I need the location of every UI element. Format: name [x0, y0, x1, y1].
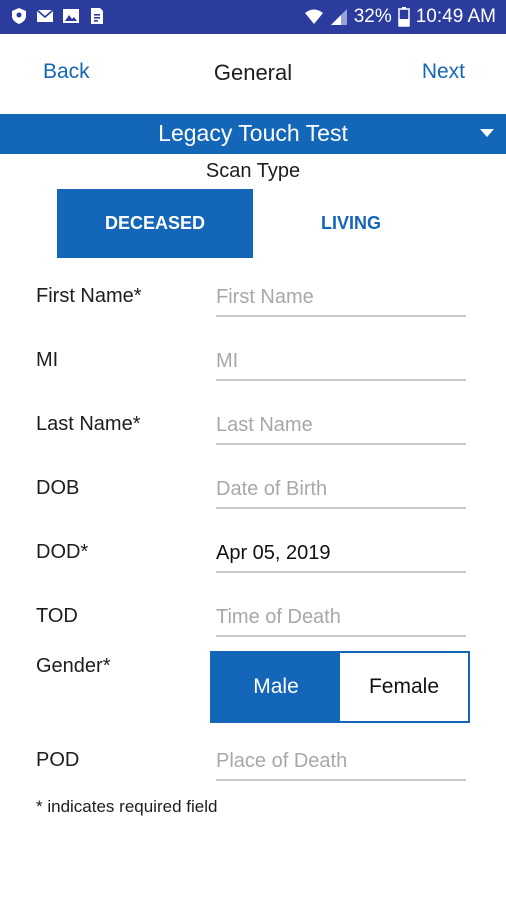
mi-input[interactable] [216, 343, 466, 381]
status-bar: 32% 10:49 AM [0, 0, 506, 34]
last-name-label: Last Name* [36, 413, 141, 435]
pod-label: POD [36, 749, 80, 771]
location-name: Legacy Touch Test [158, 120, 348, 146]
tod-label: TOD [36, 605, 78, 627]
clock: 10:49 AM [415, 6, 496, 27]
first-name-input[interactable] [216, 279, 466, 317]
required-field-note: * indicates required field [36, 797, 218, 816]
scan-type-deceased-button[interactable]: DECEASED [57, 189, 253, 258]
dob-input[interactable] [216, 471, 466, 509]
gender-toggle: Male Female [210, 651, 470, 723]
navigation-bar: Back General Next [0, 34, 506, 114]
notification-icons [10, 7, 106, 25]
dod-input[interactable] [216, 535, 466, 573]
gender-male-button[interactable]: Male [212, 653, 340, 721]
battery-percent: 32% [353, 6, 392, 27]
system-indicators: 32% 10:49 AM [304, 5, 496, 29]
location-selector[interactable]: Legacy Touch Test [0, 114, 506, 154]
dod-label: DOD* [36, 541, 89, 563]
shield-icon [12, 8, 26, 24]
gender-female-button[interactable]: Female [340, 653, 468, 721]
pod-input[interactable] [216, 743, 466, 781]
next-button[interactable]: Next [422, 60, 465, 84]
gender-label: Gender* [36, 655, 111, 677]
signal-icon [330, 9, 347, 25]
scan-type-label: Scan Type [205, 160, 301, 182]
wifi-icon [304, 9, 323, 24]
tod-input[interactable] [216, 599, 466, 637]
mail-icon [36, 9, 54, 22]
mi-label: MI [36, 349, 59, 371]
document-icon [91, 8, 103, 24]
image-icon [63, 9, 79, 23]
last-name-input[interactable] [216, 407, 466, 445]
dropdown-arrow-icon [480, 129, 494, 137]
scan-type-living-button[interactable]: LIVING [253, 189, 449, 258]
dob-label: DOB [36, 477, 80, 499]
battery-icon [397, 7, 410, 27]
first-name-label: First Name* [36, 285, 142, 307]
